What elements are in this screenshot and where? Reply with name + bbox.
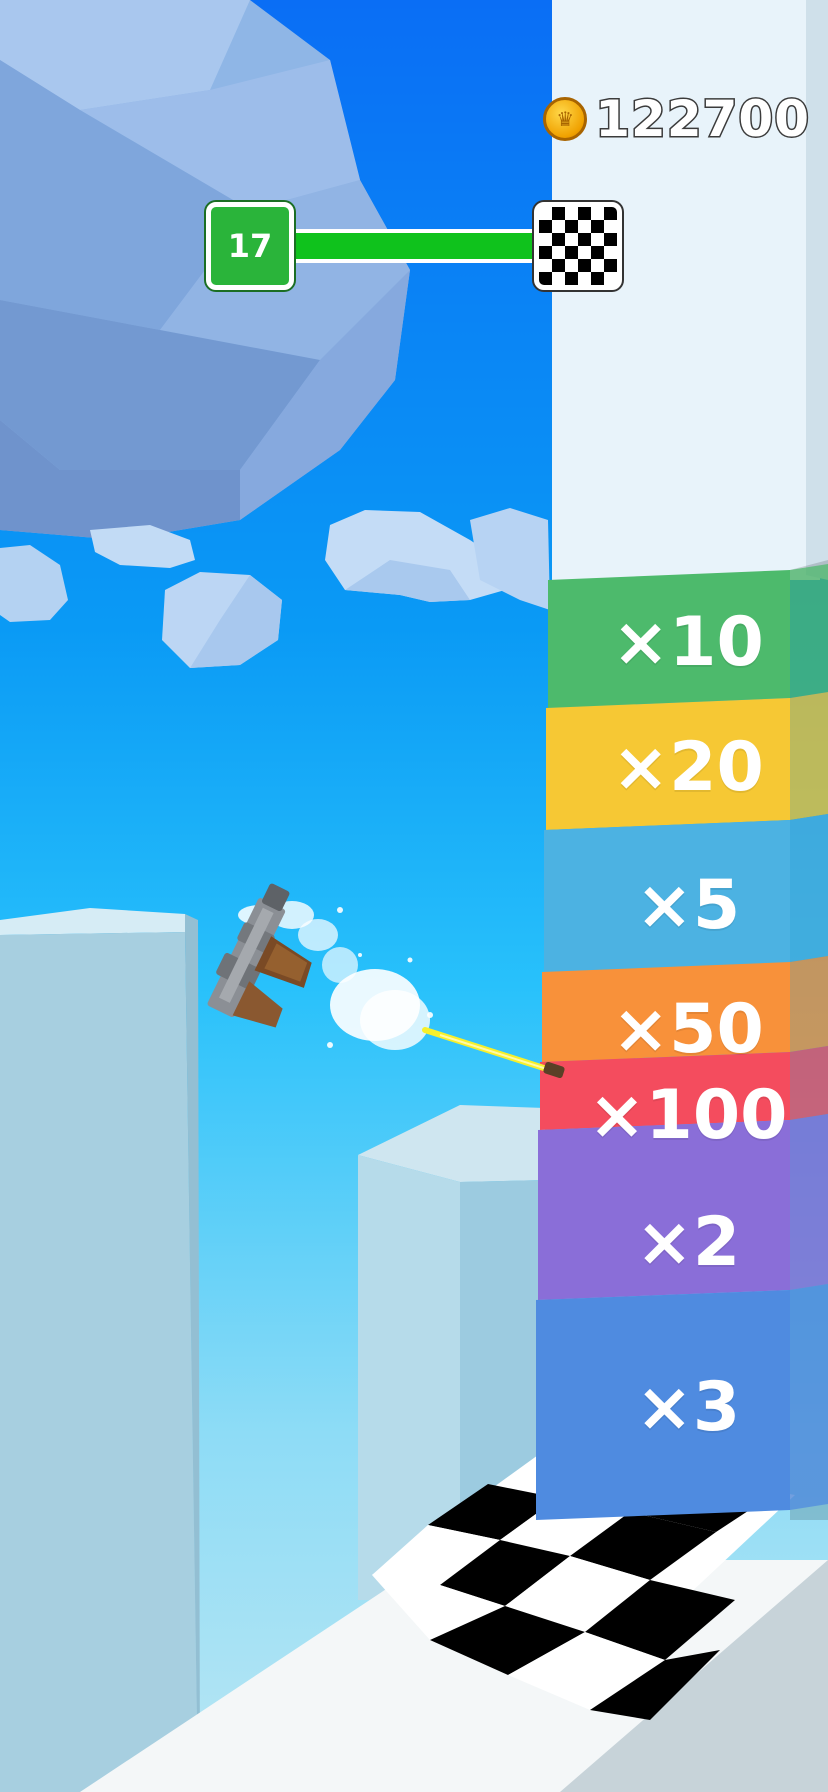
coin-amount: 122700 bbox=[594, 90, 811, 148]
bullet-tracer bbox=[422, 1027, 565, 1079]
coin-crown-icon: ♛ bbox=[543, 97, 588, 141]
flipping-pistol bbox=[207, 883, 312, 1028]
current-level-badge: 17 bbox=[206, 202, 294, 290]
coin-counter: ♛ 122700 bbox=[543, 90, 811, 148]
level-progress-bar: 17 bbox=[206, 202, 622, 290]
checkered-flag-icon bbox=[534, 202, 622, 290]
game-stage[interactable]: ×10 ×20 ×5 ×50 ×100 ×2 ×3 ♛ 122700 17 bbox=[0, 0, 828, 1792]
progress-track bbox=[266, 229, 556, 263]
progress-fill bbox=[270, 233, 533, 259]
level-number: 17 bbox=[227, 227, 273, 265]
